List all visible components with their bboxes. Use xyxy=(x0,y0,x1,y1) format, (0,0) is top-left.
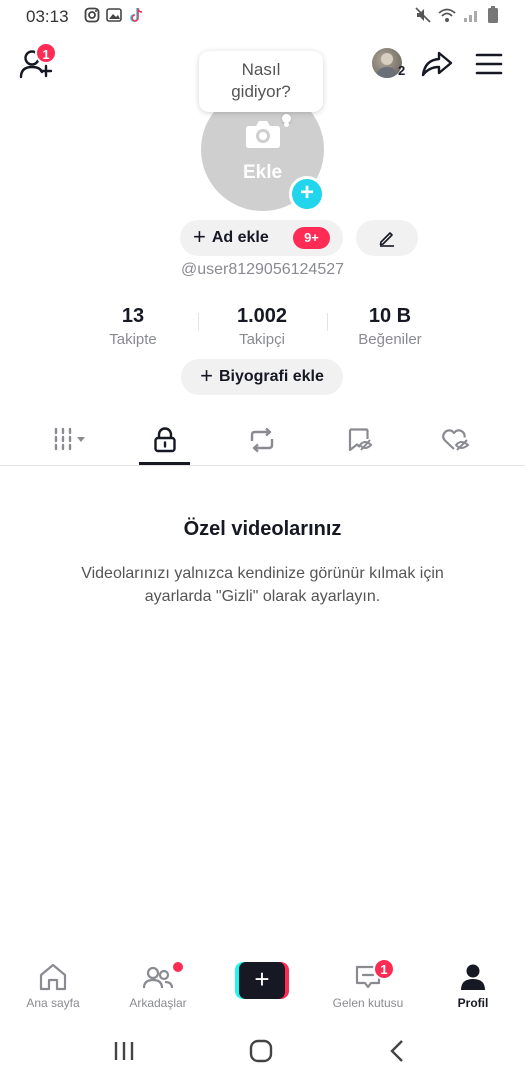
tooltip-line1: Nasıl xyxy=(241,60,281,79)
empty-state-line1: Videolarınızı yalnızca kendinize görünür… xyxy=(81,565,444,582)
nav-friends[interactable]: Arkadaşlar xyxy=(113,962,203,1010)
bookmark-hidden-icon xyxy=(348,428,373,452)
add-bio-button[interactable]: + Biyografi ekle xyxy=(181,359,343,395)
inbox-badge: 1 xyxy=(373,958,395,980)
home-icon xyxy=(39,963,67,991)
repost-icon xyxy=(250,427,274,453)
nav-home-label: Ana sayfa xyxy=(26,996,80,1010)
status-time: 03:13 xyxy=(26,7,69,26)
tab-private-videos[interactable] xyxy=(130,416,200,466)
plus-icon: + xyxy=(239,962,285,999)
stat-label: Takipçi xyxy=(239,331,285,348)
create-button[interactable]: + xyxy=(235,962,289,999)
tooltip-bubble: Nasıl gidiyor? xyxy=(199,51,323,112)
status-indicators xyxy=(415,6,499,24)
tooltip-line2: gidiyor? xyxy=(231,82,291,101)
account-count: 2 xyxy=(398,63,406,78)
add-bio-label: Biyografi ekle xyxy=(218,368,324,385)
recent-apps-icon xyxy=(114,1042,134,1060)
instagram-icon xyxy=(84,7,100,23)
active-tab-indicator xyxy=(139,462,190,465)
status-bar: 03:13 xyxy=(0,0,525,32)
stat-likes[interactable]: 10 B Beğeniler xyxy=(325,305,455,348)
profile-tabs xyxy=(0,416,525,466)
empty-state-line2: ayarlarda "Gizli" olarak ayarlayın. xyxy=(144,588,381,605)
share-profile-button[interactable] xyxy=(420,48,454,80)
add-name-label: Ad ekle xyxy=(211,229,269,246)
add-friend-badge: 1 xyxy=(35,42,57,64)
menu-button[interactable] xyxy=(474,50,504,78)
notification-badge: 9+ xyxy=(293,227,330,249)
nav-profile[interactable]: Profil xyxy=(428,962,518,1010)
home-circle-icon xyxy=(249,1039,273,1063)
empty-state-description: Videolarınızı yalnızca kendinize görünür… xyxy=(40,562,485,608)
nav-inbox[interactable]: Gelen kutusu xyxy=(323,962,413,1010)
username: @user8129056124527 xyxy=(180,261,345,278)
nav-inbox-label: Gelen kutusu xyxy=(332,996,404,1010)
stat-following[interactable]: 13 Takipte xyxy=(68,305,198,348)
stat-label: Beğeniler xyxy=(358,331,422,348)
system-navigation xyxy=(0,1025,525,1080)
recent-apps-button[interactable] xyxy=(104,1037,144,1065)
plus-icon: + xyxy=(200,363,213,388)
nav-home[interactable]: Ana sayfa xyxy=(8,962,98,1010)
nav-friends-label: Arkadaşlar xyxy=(129,996,187,1010)
stat-followers[interactable]: 1.002 Takipçi xyxy=(197,305,327,348)
battery-icon xyxy=(488,6,498,23)
stat-value: 10 B xyxy=(368,305,412,327)
pencil-icon xyxy=(379,232,394,247)
mute-icon xyxy=(415,7,431,23)
plus-icon: + xyxy=(193,224,206,249)
friends-icon xyxy=(142,966,174,989)
stat-label: Takipte xyxy=(109,331,157,348)
empty-state-title: Özel videolarınız xyxy=(183,518,342,540)
edit-profile-button[interactable] xyxy=(356,220,418,256)
tab-reposts[interactable] xyxy=(227,416,297,466)
tab-favorites[interactable] xyxy=(325,416,395,466)
friends-notification-dot xyxy=(173,962,183,972)
add-photo-button[interactable]: + xyxy=(289,176,325,212)
camera-icon xyxy=(246,121,280,148)
grid-filter-icon xyxy=(54,427,85,451)
share-arrow-icon xyxy=(421,51,453,77)
back-chevron-icon xyxy=(390,1040,403,1062)
back-button[interactable] xyxy=(378,1037,418,1065)
gallery-icon xyxy=(106,7,122,23)
profile-icon xyxy=(461,964,485,990)
nav-profile-label: Profil xyxy=(457,996,489,1010)
status-app-icons xyxy=(84,7,144,23)
signal-icon xyxy=(464,11,477,22)
tooltip-tail-dot-small xyxy=(284,122,289,127)
tiktok-icon xyxy=(128,7,144,23)
hamburger-icon xyxy=(475,53,503,75)
tab-liked[interactable] xyxy=(421,416,491,466)
heart-hidden-icon xyxy=(442,429,470,451)
home-system-button[interactable] xyxy=(241,1037,281,1065)
stat-value: 1.002 xyxy=(236,305,288,327)
lock-icon xyxy=(154,427,176,453)
wifi-icon xyxy=(438,8,456,22)
stat-value: 13 xyxy=(121,305,145,327)
tab-videos[interactable] xyxy=(37,416,107,466)
